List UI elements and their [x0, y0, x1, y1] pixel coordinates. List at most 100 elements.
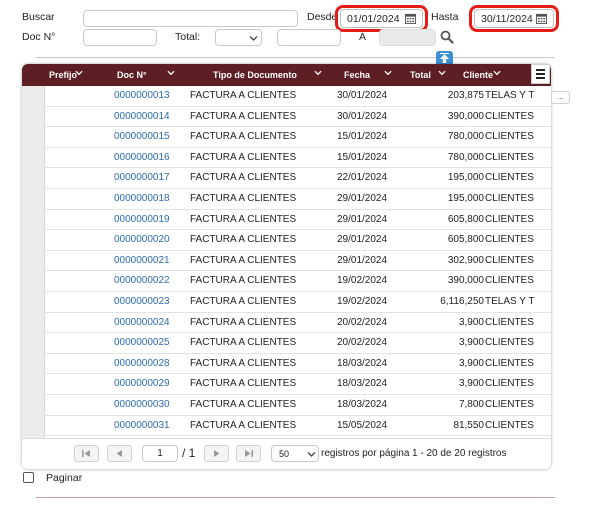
doc-link[interactable]: 0000000017: [114, 172, 170, 183]
desde-highlight: [335, 5, 428, 32]
doc-link[interactable]: 0000000013: [114, 90, 170, 101]
next-page-button[interactable]: [204, 445, 229, 462]
page-size-select[interactable]: 50: [271, 445, 319, 462]
doc-link[interactable]: 0000000018: [114, 193, 170, 204]
fecha-cell: 20/02/2024: [337, 316, 388, 328]
paginar-label: Paginar: [46, 472, 83, 484]
table-row[interactable]: 0000000029 FACTURA A CLIENTES 18/03/2024 3,…: [44, 374, 551, 395]
total-cell: 780,000: [447, 151, 484, 163]
page-input[interactable]: 1: [142, 445, 178, 462]
first-page-button[interactable]: [74, 445, 99, 462]
cliente-cell: CLIENTES: [485, 193, 534, 204]
col-fecha[interactable]: Fecha: [344, 70, 370, 80]
total-cell: 81,550: [453, 419, 484, 431]
fecha-cell: 30/01/2024: [337, 110, 388, 122]
hasta-highlight: [469, 5, 559, 32]
fecha-cell: 15/05/2024: [337, 419, 388, 431]
documents-grid: Prefijo Doc N° Tipo de Documento Fecha T…: [22, 64, 551, 469]
more-options-button[interactable]: ...: [551, 91, 570, 104]
total-operator-select[interactable]: [215, 29, 262, 46]
records-summary: 1 - 20 de 20 registros: [412, 448, 507, 459]
a-label: A: [359, 31, 367, 43]
tipo-cell: FACTURA A CLIENTES: [190, 316, 297, 328]
a-value-input: [379, 29, 436, 46]
table-row[interactable]: 0000000014 FACTURA A CLIENTES 30/01/2024 39…: [44, 107, 551, 128]
doc-link[interactable]: 0000000023: [114, 296, 170, 307]
doc-link[interactable]: 0000000021: [114, 255, 170, 266]
table-row[interactable]: 0000000021 FACTURA A CLIENTES 29/01/2024 30…: [44, 251, 551, 272]
chevron-down-icon[interactable]: [167, 69, 175, 77]
tipo-cell: FACTURA A CLIENTES: [190, 172, 297, 184]
grid-header: Prefijo Doc N° Tipo de Documento Fecha T…: [22, 64, 551, 86]
doc-link[interactable]: 0000000030: [114, 399, 170, 410]
fecha-cell: 18/03/2024: [337, 378, 388, 390]
doc-link[interactable]: 0000000016: [114, 152, 170, 163]
col-total[interactable]: Total: [410, 70, 431, 80]
doc-link[interactable]: 0000000029: [114, 378, 170, 389]
row-selector-column[interactable]: [22, 86, 45, 438]
search-icon[interactable]: [440, 30, 454, 44]
doc-link[interactable]: 0000000022: [114, 275, 170, 286]
chevron-down-icon[interactable]: [75, 69, 83, 77]
table-row[interactable]: 0000000031 FACTURA A CLIENTES 15/05/2024 81…: [44, 416, 551, 437]
table-row[interactable]: 0000000024 FACTURA A CLIENTES 20/02/2024 3,…: [44, 313, 551, 334]
total-cell: 390,000: [447, 275, 484, 287]
table-row[interactable]: 0000000016 FACTURA A CLIENTES 15/01/2024 78…: [44, 148, 551, 169]
total-cell: 605,800: [447, 234, 484, 246]
fecha-cell: 30/01/2024: [337, 90, 388, 101]
tipo-cell: FACTURA A CLIENTES: [190, 234, 297, 246]
col-prefijo[interactable]: Prefijo: [49, 70, 77, 80]
tipo-cell: FACTURA A CLIENTES: [190, 213, 297, 225]
chevron-down-icon: [307, 452, 316, 457]
paginar-checkbox[interactable]: [23, 472, 34, 483]
fecha-cell: 22/01/2024: [337, 172, 388, 184]
grid-menu-button[interactable]: [531, 64, 550, 84]
cliente-cell: CLIENTES: [485, 378, 534, 390]
docno-input[interactable]: [83, 29, 157, 46]
table-row[interactable]: 0000000019 FACTURA A CLIENTES 29/01/2024 60…: [44, 210, 551, 231]
table-row[interactable]: 0000000025 FACTURA A CLIENTES 20/02/2024 3,…: [44, 333, 551, 354]
tipo-cell: FACTURA A CLIENTES: [190, 151, 297, 163]
chevron-down-icon[interactable]: [438, 69, 446, 77]
buscar-input[interactable]: [83, 10, 298, 27]
table-row[interactable]: 0000000028 FACTURA A CLIENTES 18/03/2024 3,…: [44, 354, 551, 375]
total-value-input[interactable]: [277, 29, 341, 46]
total-cell: 7,800: [458, 399, 484, 410]
table-row[interactable]: 0000000020 FACTURA A CLIENTES 29/01/2024 60…: [44, 230, 551, 251]
chevron-down-icon: [249, 36, 258, 41]
first-page-icon: [82, 450, 90, 457]
total-cell: 780,000: [447, 131, 484, 143]
doc-link[interactable]: 0000000020: [114, 234, 170, 245]
fecha-cell: 19/02/2024: [337, 275, 388, 287]
doc-link[interactable]: 0000000028: [114, 358, 170, 369]
table-row[interactable]: 0000000030 FACTURA A CLIENTES 18/03/2024 7,…: [44, 395, 551, 416]
last-page-button[interactable]: [236, 445, 261, 462]
chevron-down-icon[interactable]: [384, 69, 392, 77]
fecha-cell: 18/03/2024: [337, 357, 388, 369]
doc-link[interactable]: 0000000014: [114, 111, 170, 122]
table-row[interactable]: 0000000018 FACTURA A CLIENTES 29/01/2024 19…: [44, 189, 551, 210]
doc-link[interactable]: 0000000031: [114, 420, 170, 431]
tipo-cell: FACTURA A CLIENTES: [190, 419, 297, 431]
prev-page-button[interactable]: [107, 445, 132, 462]
doc-link[interactable]: 0000000024: [114, 317, 170, 328]
table-row[interactable]: 0000000015 FACTURA A CLIENTES 15/01/2024 78…: [44, 127, 551, 148]
doc-link[interactable]: 0000000025: [114, 337, 170, 348]
chevron-down-icon[interactable]: [314, 69, 322, 77]
table-row[interactable]: 0000000017 FACTURA A CLIENTES 22/01/2024 19…: [44, 168, 551, 189]
tipo-cell: FACTURA A CLIENTES: [190, 90, 297, 101]
chevron-down-icon[interactable]: [493, 69, 501, 77]
table-row[interactable]: 0000000013 FACTURA A CLIENTES 30/01/2024 20…: [44, 86, 551, 107]
col-tipo[interactable]: Tipo de Documento: [213, 70, 297, 80]
separator-bottom: [36, 497, 555, 498]
total-cell: 3,900: [458, 337, 484, 349]
doc-link[interactable]: 0000000015: [114, 131, 170, 142]
col-docno[interactable]: Doc N°: [117, 70, 147, 80]
table-row[interactable]: 0000000022 FACTURA A CLIENTES 19/02/2024 39…: [44, 271, 551, 292]
doc-link[interactable]: 0000000019: [114, 214, 170, 225]
cliente-cell: CLIENTES: [485, 316, 534, 328]
total-cell: 195,000: [447, 193, 484, 204]
col-cliente[interactable]: Cliente: [463, 70, 493, 80]
cliente-cell: TELAS Y T: [485, 90, 535, 101]
table-row[interactable]: 0000000023 FACTURA A CLIENTES 19/02/2024 6,…: [44, 292, 551, 313]
